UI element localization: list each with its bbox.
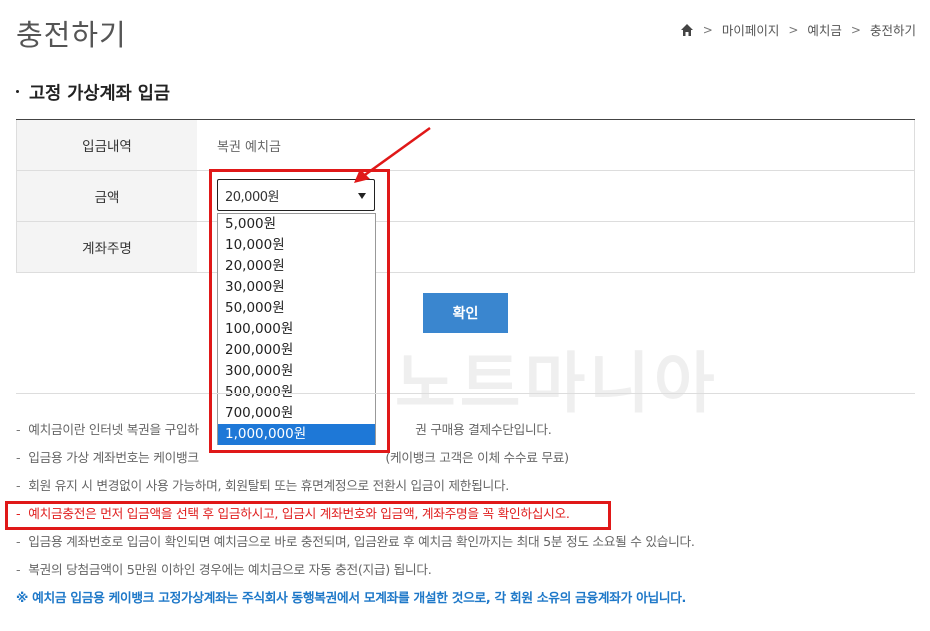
deposit-type-label: 입금내역 [17,120,197,170]
section-title: 고정 가상계좌 입금 [16,80,170,105]
note-text: 복권의 당첨금액이 5만원 이하인 경우에는 예치금으로 자동 충전(지급) 됩… [28,562,432,577]
form-row-account-holder: 계좌주명 [16,222,915,273]
account-holder-label: 계좌주명 [17,222,197,272]
form-row-amount: 금액 [16,171,915,222]
home-icon[interactable] [680,23,694,37]
page-title: 충전하기 [16,18,127,52]
note-item: - 회원 유지 시 변경없이 사용 가능하며, 회원탈퇴 또는 휴면계정으로 전환… [16,478,509,493]
note-item: - 예치금이란 인터넷 복권을 구입하 권 구매용 결제수단입니다. [16,422,552,437]
note-text: 회원 유지 시 변경없이 사용 가능하며, 회원탈퇴 또는 휴면계정으로 전환시… [28,478,509,493]
notice-text: ※ 예치금 입금용 케이뱅크 고정가상계좌는 주식회사 동행복권에서 모계좌를 … [16,590,687,605]
confirm-button[interactable]: 확인 [423,293,508,333]
note-item: - 복권의 당첨금액이 5만원 이하인 경우에는 예치금으로 자동 충전(지급) … [16,562,432,577]
deposit-type-value: 복권 예치금 [217,139,281,155]
note-text: 입금용 계좌번호로 입금이 확인되면 예치금으로 바로 충전되며, 입금완료 후… [28,534,695,549]
deposit-form-table: 입금내역 복권 예치금 금액 계좌주명 [16,119,915,273]
amount-label: 금액 [17,171,197,221]
breadcrumb-item-charge[interactable]: 충전하기 [870,20,916,39]
annotation-arrow-icon [354,126,431,183]
breadcrumb-item-mypage[interactable]: 마이페이지 [722,20,780,39]
highlight-box-amount [209,169,390,453]
note-item: - 입금용 계좌번호로 입금이 확인되면 예치금으로 바로 충전되며, 입금완료 … [16,534,695,549]
breadcrumb: > 마이페이지 > 예치금 > 충전하기 [680,20,916,39]
section-title-text: 고정 가상계좌 입금 [29,84,170,104]
watermark: 노트마니아 [395,345,719,422]
divider [16,393,915,394]
chevron-right-icon: > [788,22,799,37]
note-item: - 입금용 가상 계좌번호는 케이뱅크 (케이뱅크 고객은 이체 수수료 무료) [16,450,569,465]
chevron-right-icon: > [702,22,713,37]
bullet-dot [16,89,19,93]
breadcrumb-item-deposit[interactable]: 예치금 [807,20,842,39]
form-row-deposit-type: 입금내역 복권 예치금 [16,120,915,171]
highlight-box-warning [5,501,611,530]
chevron-right-icon: > [850,22,861,37]
